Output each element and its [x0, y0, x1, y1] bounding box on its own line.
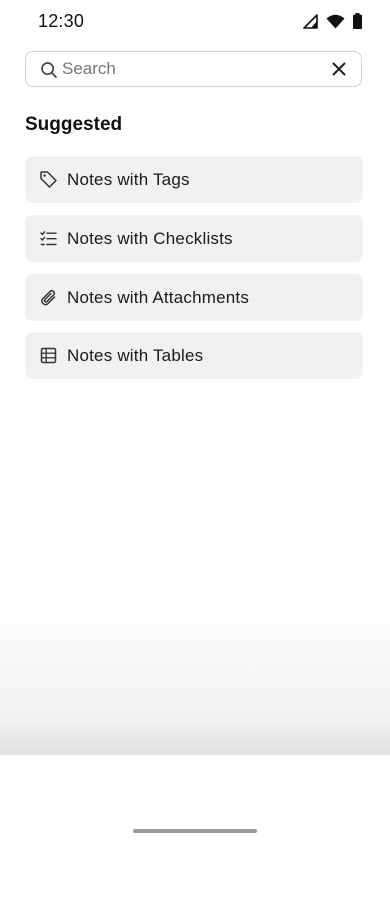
tag-icon	[40, 171, 57, 188]
bottom-fade	[0, 600, 390, 755]
suggestion-label: Notes with Tags	[67, 170, 190, 189]
suggestion-notes-with-attachments[interactable]: Notes with Attachments	[25, 274, 363, 321]
signal-icon	[303, 13, 318, 29]
section-title: Suggested	[25, 114, 123, 135]
suggestion-label: Notes with Attachments	[67, 288, 250, 307]
status-icons	[303, 13, 362, 29]
paperclip-icon	[41, 289, 56, 306]
search-input[interactable]	[62, 52, 322, 86]
suggestion-label: Notes with Tables	[67, 346, 204, 365]
home-indicator[interactable]	[133, 829, 257, 833]
search-icon	[41, 62, 57, 78]
wifi-icon	[326, 14, 345, 28]
battery-icon	[353, 13, 362, 29]
search-bar[interactable]	[25, 51, 362, 87]
status-time: 12:30	[38, 11, 85, 31]
suggestion-notes-with-tags[interactable]: Notes with Tags	[25, 156, 363, 203]
suggestion-notes-with-tables[interactable]: Notes with Tables	[25, 332, 363, 379]
status-bar: 12:30	[0, 0, 390, 44]
table-icon	[40, 347, 57, 364]
checklist-icon	[40, 231, 57, 246]
close-icon[interactable]	[329, 59, 349, 79]
suggestion-notes-with-checklists[interactable]: Notes with Checklists	[25, 215, 363, 262]
suggestion-label: Notes with Checklists	[67, 229, 233, 248]
